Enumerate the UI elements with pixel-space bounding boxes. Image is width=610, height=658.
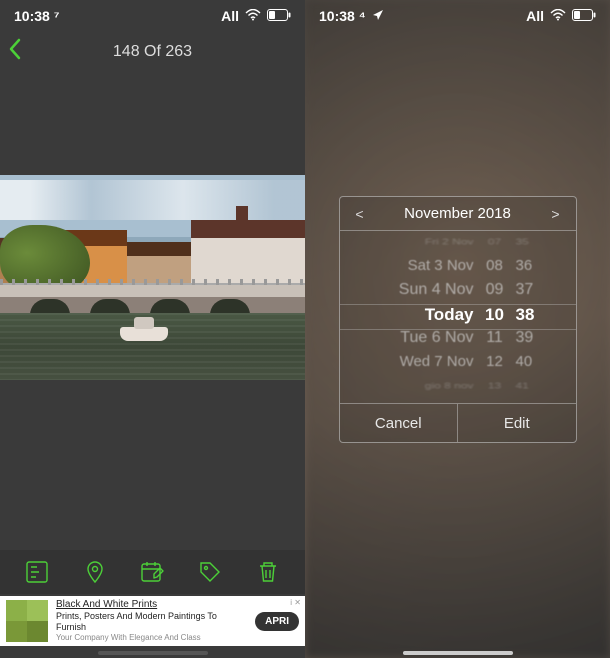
date-picker-modal: < November 2018 > Fri 2 Nov0735 Sat 3 No… <box>339 196 577 443</box>
status-time: 10:38 ⁷ <box>14 8 59 24</box>
calendar-edit-icon[interactable] <box>139 559 165 585</box>
photo-preview[interactable] <box>0 175 305 380</box>
wifi-icon <box>245 8 261 24</box>
ad-line1: Prints, Posters And Modern Paintings To … <box>56 611 247 633</box>
ad-banner[interactable]: Black And White Prints Prints, Posters A… <box>0 596 305 646</box>
prev-month-button[interactable]: < <box>352 206 368 222</box>
status-right: All <box>526 8 596 24</box>
next-month-button[interactable]: > <box>548 206 564 222</box>
phone-left: 10:38 ⁷ All 148 Of 263 <box>0 0 305 658</box>
location-arrow-icon <box>372 8 384 24</box>
cancel-button[interactable]: Cancel <box>340 404 459 442</box>
picker-header: < November 2018 > <box>340 197 576 231</box>
exif-icon[interactable] <box>24 559 50 585</box>
picker-footer: Cancel Edit <box>340 403 576 442</box>
edit-button[interactable]: Edit <box>458 404 576 442</box>
picker-row[interactable]: gio 8 nov1341 <box>374 381 542 398</box>
ad-info-icon[interactable]: i ✕ <box>290 598 301 607</box>
ad-line2: Your Company With Elegance And Class <box>56 633 247 643</box>
tag-icon[interactable] <box>197 559 223 585</box>
trash-icon[interactable] <box>255 559 281 585</box>
back-button[interactable] <box>8 38 22 67</box>
picker-row[interactable]: Sat 3 Nov0836 <box>374 257 542 281</box>
ad-title: Black And White Prints <box>56 599 247 611</box>
status-bar: 10:38 ⁴ All <box>305 0 610 32</box>
ad-cta-button[interactable]: APRI <box>255 612 299 631</box>
picker-row[interactable]: Tue 6 Nov1139 <box>374 329 542 353</box>
bottom-toolbar <box>0 550 305 594</box>
status-bar: 10:38 ⁷ All <box>0 0 305 32</box>
carrier-label: All <box>221 8 239 24</box>
location-icon[interactable] <box>82 559 108 585</box>
home-indicator[interactable] <box>403 651 513 655</box>
battery-icon <box>572 8 596 24</box>
home-indicator[interactable] <box>98 651 208 655</box>
status-time: 10:38 ⁴ <box>319 8 366 24</box>
picker-row[interactable]: Wed 7 Nov1240 <box>374 353 542 377</box>
picker-row[interactable]: Sun 4 Nov0937 <box>374 281 542 305</box>
carrier-label: All <box>526 8 544 24</box>
nav-bar: 148 Of 263 <box>0 32 305 72</box>
picker-month-label: November 2018 <box>368 205 548 222</box>
ad-thumbnail <box>6 600 48 642</box>
picker-wheels[interactable]: Fri 2 Nov0735 Sat 3 Nov0836 Sun 4 Nov093… <box>340 231 576 403</box>
picker-row-selected[interactable]: Today1038 <box>374 305 542 329</box>
photo-counter: 148 Of 263 <box>0 43 305 61</box>
wifi-icon <box>550 8 566 24</box>
phone-right: 10:38 ⁴ All < November 2018 > Fri 2 N <box>305 0 610 658</box>
picker-row[interactable]: Fri 2 Nov0735 <box>374 237 542 254</box>
status-right: All <box>221 8 291 24</box>
ad-text: Black And White Prints Prints, Posters A… <box>56 599 247 642</box>
battery-icon <box>267 8 291 24</box>
